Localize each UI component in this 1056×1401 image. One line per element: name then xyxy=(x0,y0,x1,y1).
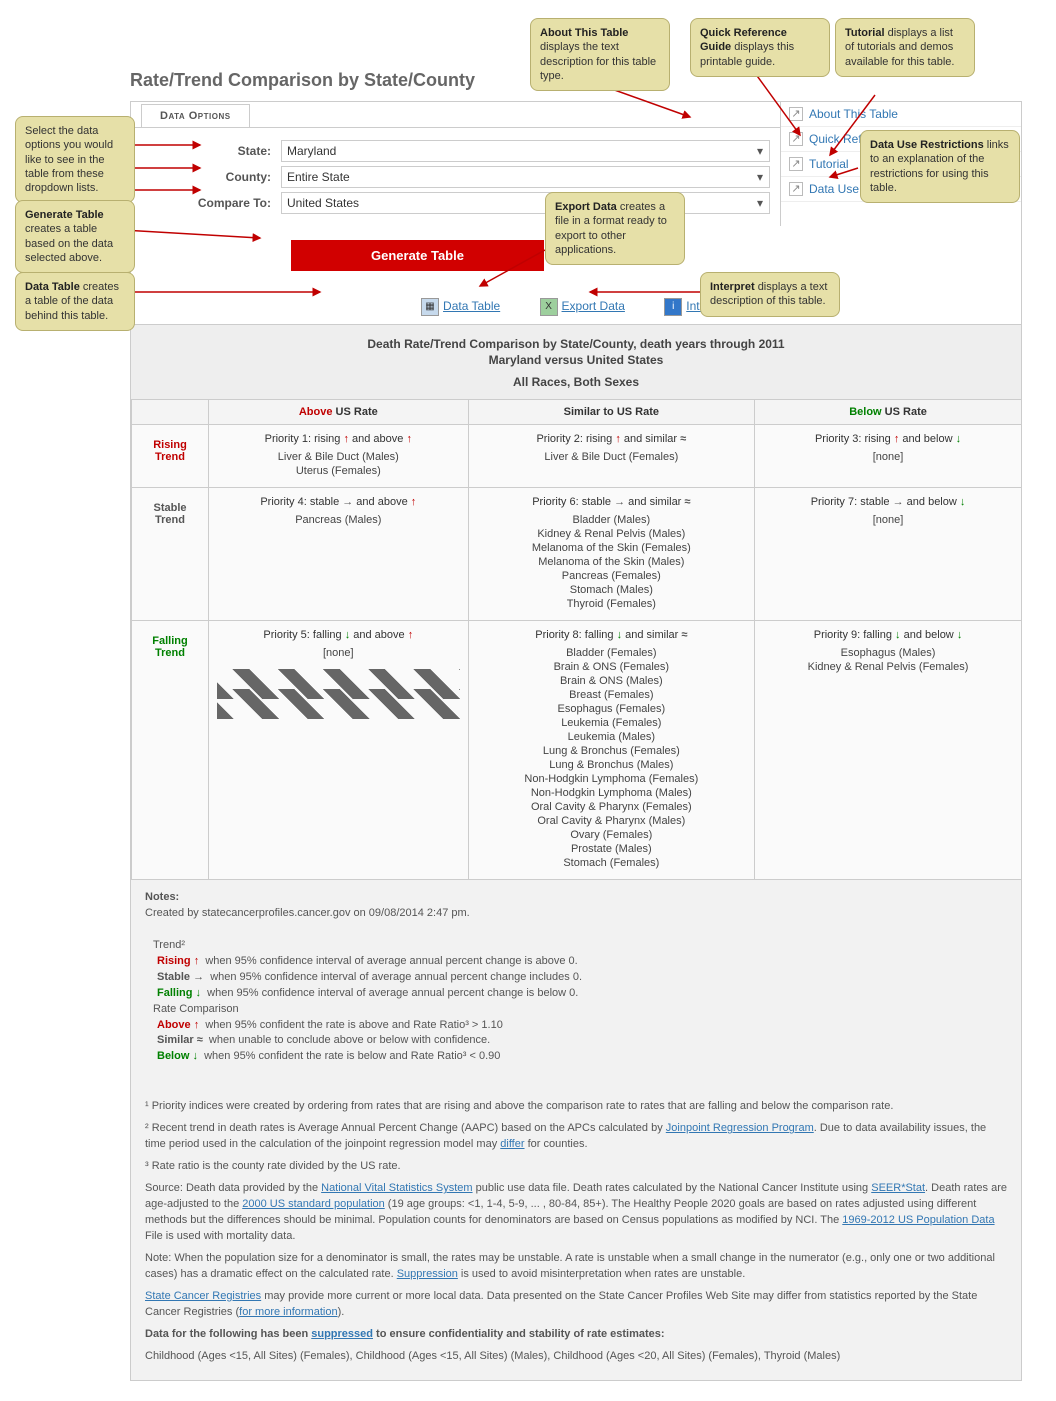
callout-restrictions: Data Use Restrictions links to an explan… xyxy=(860,130,1020,203)
callout-data-table: Data Table creates a table of the data b… xyxy=(15,272,135,331)
cell-p4: Priority 4: stable → and above ↑Pancreas… xyxy=(209,488,469,621)
link-suppression[interactable]: Suppression xyxy=(397,1268,458,1280)
export-icon: X xyxy=(540,298,558,316)
link-about-table[interactable]: About This Table xyxy=(781,102,1021,127)
grid-corner xyxy=(132,400,209,425)
link-popdata[interactable]: 1969-2012 US Population Data xyxy=(842,1214,994,1226)
callout-guide: Quick Reference Guide displays this prin… xyxy=(690,18,830,77)
cell-p6: Priority 6: stable → and similar ≈Bladde… xyxy=(468,488,754,621)
report-title: Death Rate/Trend Comparison by State/Cou… xyxy=(131,337,1021,351)
row-rising: Rising Trend xyxy=(132,425,209,488)
row-stable: Stable Trend xyxy=(132,488,209,621)
label-compare: Compare To: xyxy=(141,196,281,210)
link-suppressed[interactable]: suppressed xyxy=(311,1328,373,1340)
link-data-table[interactable]: ▦Data Table xyxy=(421,298,500,316)
cell-p5: Priority 5: falling ↓ and above ↑[none] xyxy=(209,621,469,880)
footnotes: ¹ Priority indices were created by order… xyxy=(131,1075,1021,1380)
col-above: Above US Rate xyxy=(209,400,469,425)
main-panel: Data Options State:Maryland County:Entir… xyxy=(130,101,1022,1381)
select-state[interactable]: Maryland xyxy=(281,140,770,162)
callout-export: Export Data creates a file in a format r… xyxy=(545,192,685,265)
link-differ[interactable]: differ xyxy=(500,1138,524,1150)
link-seerstat[interactable]: SEER*Stat xyxy=(871,1182,925,1194)
notes-block: Notes: Created by statecancerprofiles.ca… xyxy=(131,880,1021,1075)
cell-p9: Priority 9: falling ↓ and below ↓Esophag… xyxy=(755,621,1022,880)
col-similar: Similar to US Rate xyxy=(468,400,754,425)
label-state: State: xyxy=(141,144,281,158)
callout-tutorial: Tutorial displays a list of tutorials an… xyxy=(835,18,975,77)
link-more-info[interactable]: for more information xyxy=(239,1306,337,1318)
row-falling: Falling Trend xyxy=(132,621,209,880)
callout-generate: Generate Table creates a table based on … xyxy=(15,200,135,273)
callout-data-options: Select the data options you would like t… xyxy=(15,116,135,203)
table-icon: ▦ xyxy=(421,298,439,316)
link-nvss[interactable]: National Vital Statistics System xyxy=(321,1182,472,1194)
tab-data-options[interactable]: Data Options xyxy=(141,104,250,127)
generate-table-button[interactable]: Generate Table xyxy=(291,240,544,271)
link-2000pop[interactable]: 2000 US standard population xyxy=(242,1198,385,1210)
link-state-registries[interactable]: State Cancer Registries xyxy=(145,1290,261,1302)
select-county[interactable]: Entire State xyxy=(281,166,770,188)
report-demo: All Races, Both Sexes xyxy=(131,375,1021,389)
link-export-data[interactable]: XExport Data xyxy=(540,298,625,316)
report-area: Death Rate/Trend Comparison by State/Cou… xyxy=(131,324,1021,1380)
link-joinpoint[interactable]: Joinpoint Regression Program xyxy=(666,1122,814,1134)
label-county: County: xyxy=(141,170,281,184)
page: About This Table displays the text descr… xyxy=(0,0,1056,1401)
col-below: Below US Rate xyxy=(755,400,1022,425)
cell-p7: Priority 7: stable → and below ↓[none] xyxy=(755,488,1022,621)
cell-p8: Priority 8: falling ↓ and similar ≈Bladd… xyxy=(468,621,754,880)
priority-grid: Above US Rate Similar to US Rate Below U… xyxy=(131,399,1022,880)
report-versus: Maryland versus United States xyxy=(131,353,1021,367)
callout-interpret: Interpret displays a text description of… xyxy=(700,272,840,317)
sub-link-bar: ▦Data Table XExport Data iInterpret xyxy=(131,289,1021,324)
select-compare[interactable]: United States xyxy=(281,192,770,214)
callout-about: About This Table displays the text descr… xyxy=(530,18,670,91)
info-icon: i xyxy=(664,298,682,316)
cell-p1: Priority 1: rising ↑ and above ↑Liver & … xyxy=(209,425,469,488)
cell-p2: Priority 2: rising ↑ and similar ≈Liver … xyxy=(468,425,754,488)
cell-p3: Priority 3: rising ↑ and below ↓[none] xyxy=(755,425,1022,488)
